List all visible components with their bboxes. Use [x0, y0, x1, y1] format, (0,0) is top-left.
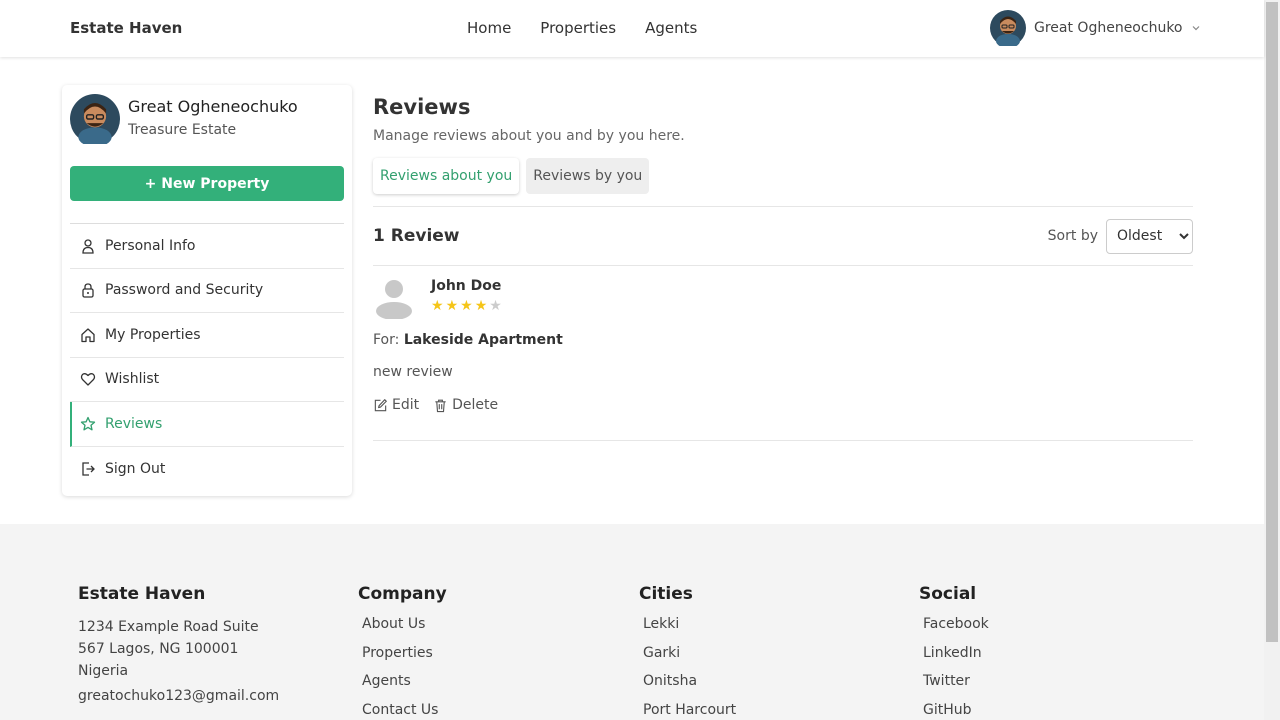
star-icon: [80, 416, 96, 431]
star-filled-icon: ★: [431, 298, 444, 314]
footer-link-contact-us[interactable]: Contact Us: [362, 702, 447, 720]
sidebar-item-label: Sign Out: [105, 460, 166, 477]
account-sidebar: Great Ogheneochuko Treasure Estate + New…: [62, 85, 352, 496]
sidebar-item-sign-out[interactable]: Sign Out: [70, 447, 344, 492]
edit-review-button[interactable]: Edit: [373, 397, 419, 413]
footer-link-linkedin[interactable]: LinkedIn: [923, 645, 989, 674]
chevron-down-icon: [1192, 26, 1199, 31]
sign-out-icon: [82, 462, 95, 476]
reviewer-name: John Doe: [431, 278, 502, 294]
tab-reviews-about-you[interactable]: Reviews about you: [373, 158, 520, 194]
footer-heading: Cities: [639, 584, 693, 604]
footer-heading: Social: [919, 584, 977, 604]
heart-icon: [80, 373, 96, 386]
footer-link-port-harcourt[interactable]: Port Harcourt: [643, 702, 736, 720]
nav-links: Home Properties Agents: [467, 19, 726, 37]
sidebar-item-label: Wishlist: [105, 371, 160, 388]
user-menu[interactable]: Great Ogheneochuko: [990, 10, 1201, 46]
sidebar-item-label: Password and Security: [105, 282, 264, 299]
footer-link-onitsha[interactable]: Onitsha: [643, 673, 736, 702]
star-empty-icon: ★: [489, 298, 502, 314]
review-text: new review: [373, 364, 453, 380]
review-actions: Edit Delete: [373, 397, 1193, 413]
for-label: For:: [373, 332, 400, 348]
sidebar-item-label: Personal Info: [105, 237, 196, 254]
sidebar-item-wishlist[interactable]: Wishlist: [70, 358, 344, 402]
sidebar-item-reviews[interactable]: Reviews: [70, 402, 344, 447]
footer-link-twitter[interactable]: Twitter: [923, 673, 989, 702]
footer-link-about-us[interactable]: About Us: [362, 616, 447, 645]
star-filled-icon: ★: [445, 298, 459, 314]
footer-heading: Company: [358, 584, 447, 604]
footer-link-github[interactable]: GitHub: [923, 702, 989, 720]
sidebar-item-my-properties[interactable]: My Properties: [70, 313, 344, 358]
footer-link-garki[interactable]: Garki: [643, 645, 736, 674]
edit-label: Edit: [392, 397, 420, 413]
default-avatar-icon: [376, 280, 412, 319]
page-scrollbar[interactable]: [1264, 0, 1280, 720]
sidebar-menu: Personal Info Password and Security My P…: [70, 223, 344, 491]
star-filled-icon: ★: [460, 298, 473, 314]
trash-icon: [435, 399, 446, 412]
new-property-button[interactable]: + New Property: [70, 166, 344, 201]
footer-link-agents[interactable]: Agents: [362, 673, 447, 702]
address-line: 1234 Example Road Suite: [78, 619, 259, 635]
profile-name: Great Ogheneochuko: [128, 97, 298, 116]
review-item: John Doe ★ ★ ★ ★ ★ For: Lakeside Apartment n…: [373, 266, 1193, 441]
footer-social-column: Social Facebook LinkedIn Twitter GitHub: [919, 584, 989, 720]
address-line: 567 Lagos, NG 100001: [78, 641, 239, 657]
edit-icon: [374, 398, 387, 411]
footer-link-facebook[interactable]: Facebook: [923, 616, 989, 645]
footer-link-lekki[interactable]: Lekki: [643, 616, 736, 645]
home-icon: [81, 328, 95, 342]
sidebar-item-personal-info[interactable]: Personal Info: [70, 224, 344, 269]
user-icon: [82, 239, 94, 254]
page-title: Reviews: [373, 95, 471, 119]
reviews-main: Reviews Manage reviews about you and by …: [373, 85, 1193, 441]
footer-cities-column: Cities Lekki Garki Onitsha Port Harcourt: [639, 584, 736, 720]
review-property-name[interactable]: Lakeside Apartment: [404, 332, 563, 348]
site-footer: Estate Haven 1234 Example Road Suite 567…: [0, 524, 1264, 720]
footer-brand-column: Estate Haven 1234 Example Road Suite 567…: [78, 584, 279, 704]
sidebar-item-label: Reviews: [105, 415, 163, 432]
review-tabs: Reviews about you Reviews by you: [373, 158, 1193, 194]
page-subtitle: Manage reviews about you and by you here…: [373, 128, 685, 144]
footer-brand: Estate Haven: [78, 584, 206, 604]
sidebar-item-password-security[interactable]: Password and Security: [70, 269, 344, 313]
sort-select[interactable]: Oldest: [1106, 218, 1193, 254]
sidebar-profile: Great Ogheneochuko Treasure Estate: [70, 94, 298, 144]
footer-address: 1234 Example Road Suite 567 Lagos, NG 10…: [78, 616, 279, 682]
reviewer: John Doe ★ ★ ★ ★ ★: [373, 277, 1193, 319]
review-property-line: For: Lakeside Apartment: [373, 332, 1193, 348]
user-menu-name: Great Ogheneochuko: [1034, 20, 1183, 36]
brand-logo-text[interactable]: Estate Haven: [70, 19, 182, 37]
footer-company-column: Company About Us Properties Agents Conta…: [358, 584, 447, 720]
footer-link-properties[interactable]: Properties: [362, 645, 447, 674]
profile-company: Treasure Estate: [128, 122, 237, 138]
reviews-header: 1 Review Sort by Oldest: [373, 207, 1193, 265]
delete-review-button[interactable]: Delete: [433, 397, 498, 413]
sidebar-item-label: My Properties: [105, 326, 201, 343]
star-filled-icon: ★: [474, 298, 488, 314]
delete-label: Delete: [452, 397, 499, 413]
top-navbar: Estate Haven Home Properties Agents Grea…: [0, 0, 1264, 57]
nav-link-properties[interactable]: Properties: [540, 19, 616, 37]
star-rating: ★ ★ ★ ★ ★: [431, 299, 504, 313]
tab-reviews-by-you[interactable]: Reviews by you: [526, 158, 650, 194]
sort-control: Sort by Oldest: [1047, 218, 1193, 254]
scrollbar-thumb[interactable]: [1266, 2, 1278, 642]
profile-avatar: [70, 94, 120, 144]
lock-icon: [82, 283, 94, 298]
nav-link-home[interactable]: Home: [467, 19, 511, 37]
footer-email[interactable]: greatochuko123@gmail.com: [78, 688, 279, 704]
review-count: 1 Review: [373, 226, 460, 246]
address-line: Nigeria: [78, 663, 129, 679]
nav-link-agents[interactable]: Agents: [645, 19, 697, 37]
avatar: [990, 10, 1026, 46]
sort-label: Sort by: [1047, 228, 1098, 244]
